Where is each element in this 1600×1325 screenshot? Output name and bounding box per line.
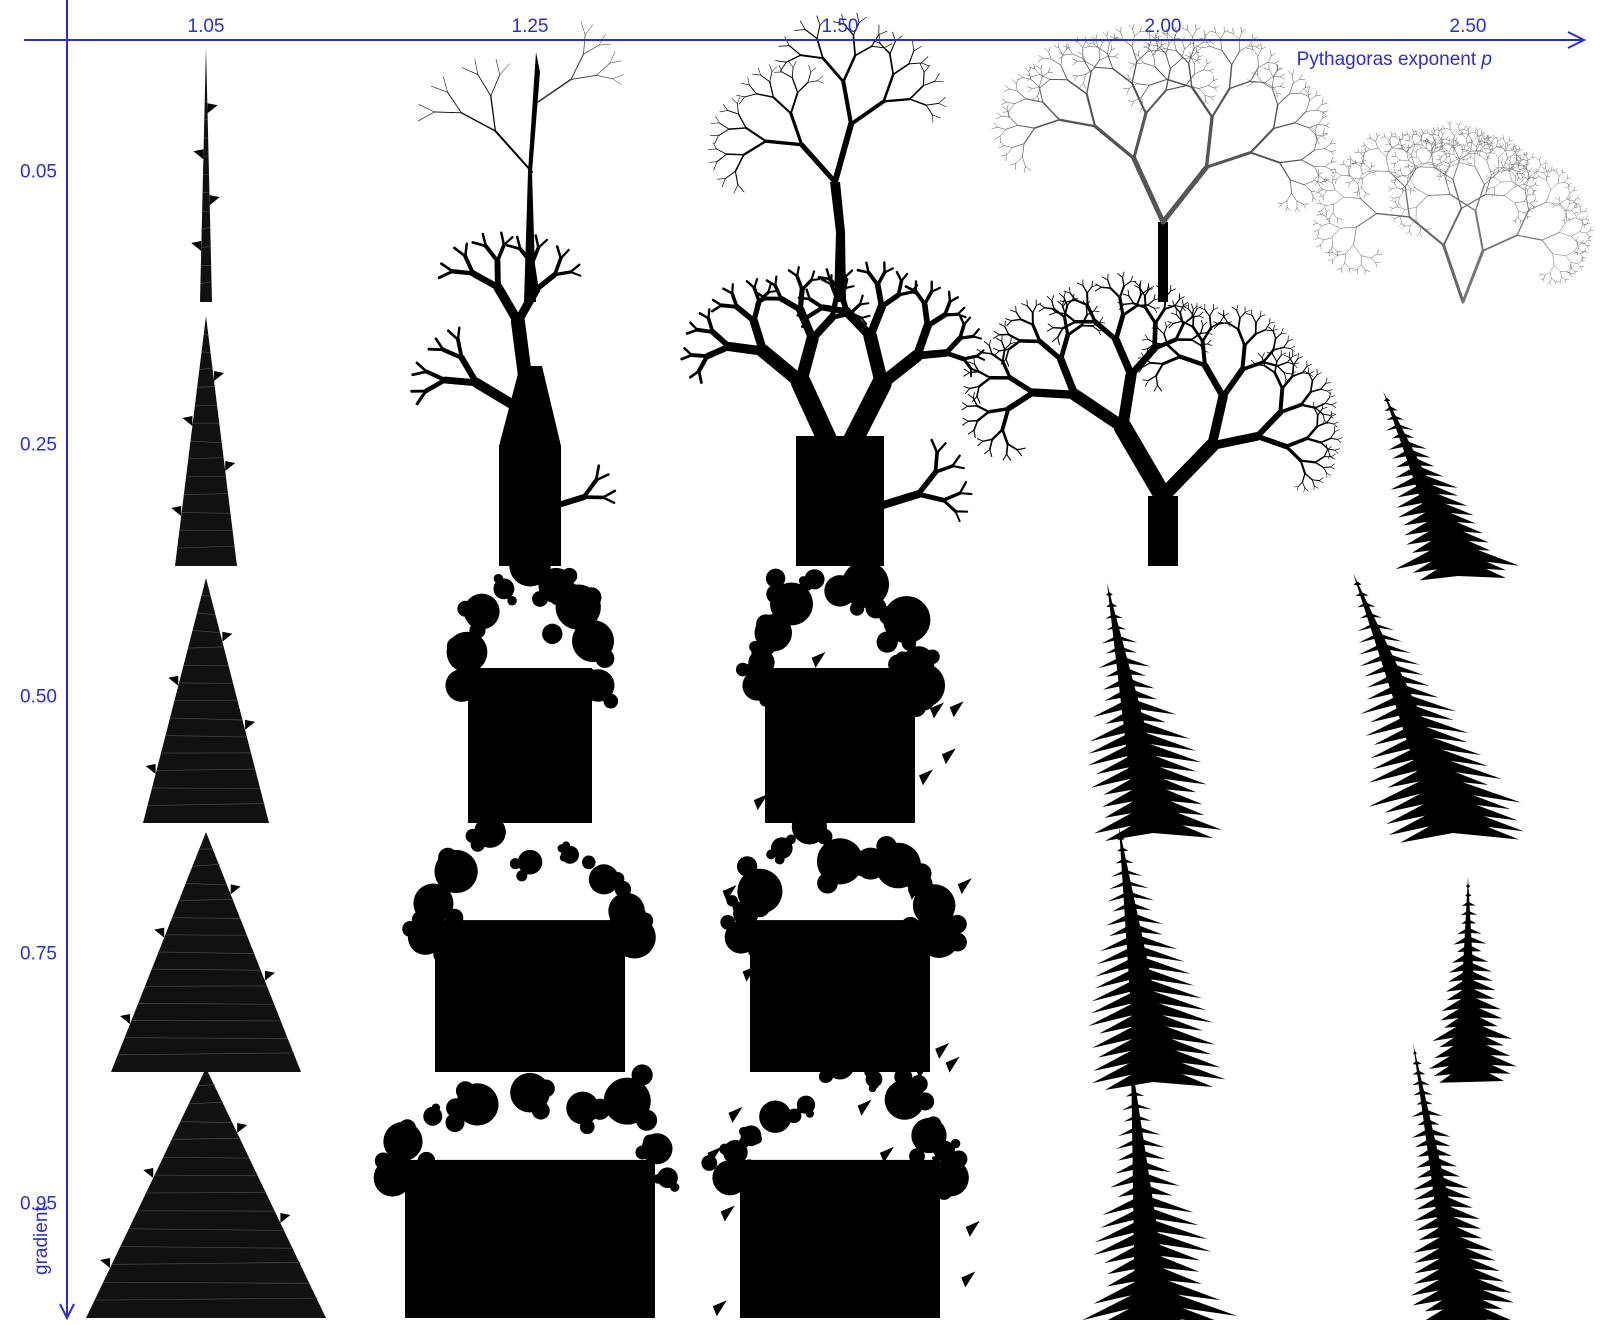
col-label-3: 1.50: [822, 17, 859, 36]
col-label-2: 1.25: [512, 17, 549, 36]
y-axis-title: gradient: [32, 1206, 51, 1275]
row-label-4: 0.75: [20, 945, 57, 964]
col-label-5: 2.50: [1450, 17, 1487, 36]
row-label-2: 0.25: [20, 436, 57, 455]
row-label-3: 0.50: [20, 688, 57, 707]
axes: [0, 0, 1600, 1320]
x-axis-title-var: p: [1481, 49, 1492, 70]
x-axis-title: Pythagoras exponent p: [1297, 50, 1492, 69]
x-axis-title-text: Pythagoras exponent: [1297, 49, 1477, 70]
col-label-1: 1.05: [188, 17, 225, 36]
row-label-1: 0.05: [20, 163, 57, 182]
col-label-4: 2.00: [1145, 17, 1182, 36]
fractal-tree-grid: 1.05 1.25 1.50 2.00 2.50 Pythagoras expo…: [0, 0, 1600, 1320]
